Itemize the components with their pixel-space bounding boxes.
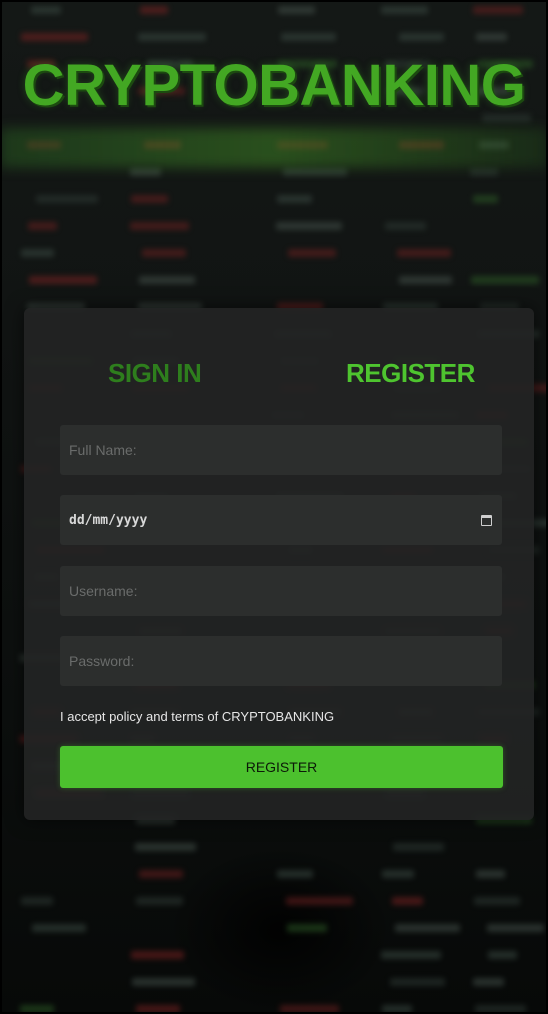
username-input[interactable] (60, 566, 502, 616)
background-cell (390, 978, 445, 986)
background-cell (32, 924, 86, 932)
background-cell (280, 1005, 339, 1013)
background-cell (31, 6, 61, 14)
background-cell (473, 6, 523, 14)
background-cell (136, 1005, 180, 1013)
background-cell (21, 33, 88, 41)
background-row (0, 897, 548, 907)
background-cell (140, 6, 168, 14)
background-cell (286, 897, 353, 905)
background-cell (277, 870, 313, 878)
background-cell (473, 978, 504, 986)
background-cell (288, 249, 336, 257)
background-cell (488, 951, 517, 959)
background-cell (139, 870, 183, 878)
background-cell (382, 870, 414, 878)
auth-card: SIGN IN REGISTER dd/mm/yyyy I accept pol… (24, 308, 534, 820)
background-cell (475, 1005, 526, 1013)
background-cell (471, 276, 539, 284)
full-name-field-wrapper (60, 425, 502, 475)
background-cell (487, 924, 544, 932)
background-cell (474, 897, 520, 905)
background-cell (135, 843, 196, 851)
password-input[interactable] (60, 636, 502, 686)
birth-date-input[interactable]: dd/mm/yyyy (60, 495, 502, 545)
background-cell (131, 951, 184, 959)
background-cell (385, 222, 426, 230)
background-cell (130, 168, 161, 176)
background-cell (395, 924, 460, 932)
background-row (0, 1005, 548, 1014)
background-row (0, 870, 548, 880)
background-cell (382, 1005, 412, 1013)
background-cell (473, 195, 498, 203)
username-field-wrapper (60, 566, 502, 616)
tab-sign-in[interactable]: SIGN IN (108, 358, 202, 389)
password-field-wrapper (60, 636, 502, 686)
register-button[interactable]: REGISTER (60, 746, 503, 788)
background-cell (399, 276, 452, 284)
brand-logo: CRYPTOBANKING (22, 53, 526, 118)
background-row (0, 843, 548, 853)
tab-register[interactable]: REGISTER (346, 358, 475, 389)
background-cell (397, 249, 451, 257)
background-row (0, 276, 548, 286)
background-cell (20, 1005, 54, 1013)
background-highlight-row (0, 128, 548, 168)
background-cell (399, 33, 444, 41)
background-row (0, 978, 548, 988)
background-cell (393, 843, 444, 851)
background-row (0, 168, 548, 178)
terms-text[interactable]: I accept policy and terms of CRYPTOBANKI… (60, 709, 334, 724)
background-cell (130, 222, 189, 230)
background-cell (277, 195, 312, 203)
background-cell (21, 897, 53, 905)
background-row (0, 924, 548, 934)
background-row (0, 6, 548, 16)
background-cell (381, 951, 441, 959)
background-cell (139, 276, 195, 284)
background-cell (28, 222, 57, 230)
background-row (0, 33, 548, 43)
background-cell (136, 897, 183, 905)
background-cell (131, 195, 168, 203)
background-cell (476, 870, 505, 878)
background-row (0, 222, 548, 232)
background-cell (287, 924, 327, 932)
background-cell (281, 33, 336, 41)
background-cell (381, 6, 428, 14)
background-cell (36, 195, 98, 203)
background-cell (278, 6, 315, 14)
background-cell (142, 249, 186, 257)
background-cell (29, 276, 97, 284)
background-cell (138, 33, 206, 41)
background-row (0, 951, 548, 961)
background-row (0, 195, 548, 205)
full-name-input[interactable] (60, 425, 502, 475)
background-cell (476, 33, 507, 41)
background-row (0, 249, 548, 259)
calendar-icon[interactable] (481, 514, 492, 526)
background-cell (392, 897, 423, 905)
background-cell (283, 168, 347, 176)
register-page: CRYPTOBANKING SIGN IN REGISTER dd/mm/yyy… (0, 0, 548, 1014)
background-cell (276, 222, 342, 230)
background-cell (132, 978, 195, 986)
background-cell (470, 168, 498, 176)
background-cell (21, 249, 54, 257)
date-placeholder: dd/mm/yyyy (69, 512, 148, 528)
